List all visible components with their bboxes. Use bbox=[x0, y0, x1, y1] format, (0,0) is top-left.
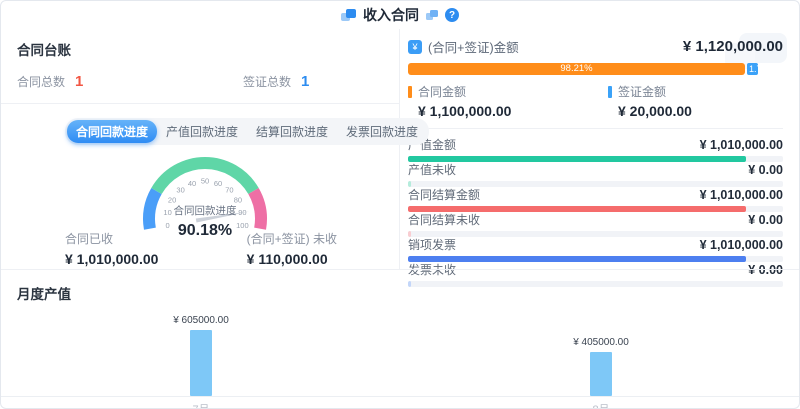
svg-text:80: 80 bbox=[234, 196, 242, 205]
contract-amount-marker-icon bbox=[408, 86, 412, 98]
svg-text:20: 20 bbox=[168, 196, 176, 205]
visa-amount-value: ¥ 20,000.00 bbox=[618, 103, 783, 119]
bar-slot-august: ¥ 405000.00 bbox=[401, 337, 800, 396]
svg-text:0: 0 bbox=[166, 221, 170, 230]
summary-bar-contract: 98.21% bbox=[408, 63, 745, 75]
stat-contract-received: 合同已收 ¥ 1,010,000.00 bbox=[65, 230, 158, 267]
svg-text:30: 30 bbox=[176, 185, 184, 194]
svg-text:60: 60 bbox=[214, 179, 222, 188]
x-tick-august: 8月 bbox=[401, 401, 800, 409]
decoration-icon bbox=[426, 10, 438, 20]
amounts-panel: ¥ (合同+签证)金额 ¥ 1,120,000.00 98.21% 1.79% … bbox=[399, 29, 800, 269]
tab-invoice-payback-progress[interactable]: 发票回款进度 bbox=[337, 120, 427, 143]
ledger-title: 合同台账 bbox=[17, 39, 383, 59]
tab-contract-payback-progress[interactable]: 合同回款进度 bbox=[67, 120, 157, 143]
bar-slot-july: ¥ 605000.00 bbox=[1, 315, 401, 396]
svg-text:100: 100 bbox=[236, 221, 249, 230]
stat-contract-count-value: 1 bbox=[75, 73, 83, 90]
svg-text:40: 40 bbox=[188, 179, 196, 188]
svg-text:70: 70 bbox=[225, 185, 233, 194]
gauge-stats: 合同已收 ¥ 1,010,000.00 (合同+签证) 未收 ¥ 110,000… bbox=[65, 230, 337, 267]
progress-tabs: 合同回款进度 产值回款进度 结算回款进度 发票回款进度 bbox=[65, 118, 429, 145]
amount-legend: 合同金额 ¥ 1,100,000.00 签证金额 ¥ 20,000.00 bbox=[408, 83, 783, 119]
contract-folder-icon bbox=[341, 9, 356, 22]
summary-bar-visa: 1.79% bbox=[747, 63, 758, 75]
contract-amount-value: ¥ 1,100,000.00 bbox=[418, 103, 608, 119]
metric-row-output-unreceived: 产值未收¥ 0.00 bbox=[408, 161, 783, 186]
amount-split-bar: 98.21% 1.79% bbox=[408, 63, 758, 75]
svg-text:10: 10 bbox=[163, 208, 171, 217]
monthly-x-axis: 7月 8月 bbox=[1, 401, 800, 409]
monthly-bar-chart: ¥ 605000.00 ¥ 405000.00 bbox=[1, 307, 800, 397]
tab-output-payback-progress[interactable]: 产值回款进度 bbox=[157, 120, 247, 143]
stat-contract-visa-unreceived: (合同+签证) 未收 ¥ 110,000.00 bbox=[247, 230, 337, 267]
stat-visa-count-label: 签证总数 bbox=[243, 73, 291, 90]
page-title: 收入合同 bbox=[363, 5, 419, 25]
metric-row-output-invoice: 销项发票¥ 1,010,000.00 bbox=[408, 236, 783, 261]
legend-contract-amount: 合同金额 bbox=[408, 83, 608, 100]
ledger-stats: 合同总数 1 签证总数 1 bbox=[17, 73, 383, 90]
contract-ledger-panel: 合同台账 合同总数 1 签证总数 1 bbox=[1, 29, 399, 104]
stat-contract-count: 合同总数 1 bbox=[17, 73, 243, 90]
total-amount-summary: ¥ (合同+签证)金额 ¥ 1,120,000.00 98.21% 1.79% … bbox=[408, 37, 783, 129]
income-contract-dashboard: 收入合同 ? 合同台账 合同总数 1 签证总数 1 ¥ (合同+签证)金额 bbox=[0, 0, 800, 409]
bar-august bbox=[590, 352, 612, 396]
metric-row-output-value: 产值金额¥ 1,010,000.00 bbox=[408, 136, 783, 161]
x-tick-july: 7月 bbox=[1, 401, 401, 409]
payback-progress-panel: 合同回款进度 产值回款进度 结算回款进度 发票回款进度 010203040506… bbox=[1, 104, 399, 269]
svg-text:90: 90 bbox=[238, 208, 246, 217]
svg-text:合同回款进度: 合同回款进度 bbox=[174, 204, 237, 217]
monthly-output-panel: 月度产值 ¥ 605000.00 ¥ 405000.00 7月 8月 bbox=[1, 269, 800, 409]
total-amount-value: ¥ 1,120,000.00 bbox=[683, 38, 783, 55]
metric-rows: 产值金额¥ 1,010,000.00 产值未收¥ 0.00 合同结算金额¥ 1,… bbox=[408, 136, 783, 286]
metric-row-settlement-amount: 合同结算金额¥ 1,010,000.00 bbox=[408, 186, 783, 211]
gauge-chart: 0102030405060708090100合同回款进度 bbox=[65, 147, 345, 233]
money-icon: ¥ bbox=[408, 40, 422, 54]
legend-visa-amount: 签证金额 bbox=[608, 83, 783, 100]
bar-july-value-label: ¥ 605000.00 bbox=[173, 315, 229, 326]
bar-august-value-label: ¥ 405000.00 bbox=[573, 337, 629, 348]
page-header: 收入合同 ? bbox=[1, 1, 799, 29]
help-icon[interactable]: ? bbox=[445, 8, 459, 22]
total-amount-label: (合同+签证)金额 bbox=[428, 37, 519, 56]
monthly-output-title: 月度产值 bbox=[17, 283, 800, 303]
tab-settlement-payback-progress[interactable]: 结算回款进度 bbox=[247, 120, 337, 143]
bar-july bbox=[190, 330, 212, 396]
metric-row-settlement-unreceived: 合同结算未收¥ 0.00 bbox=[408, 211, 783, 236]
stat-visa-count-value: 1 bbox=[301, 73, 309, 90]
stat-contract-count-label: 合同总数 bbox=[17, 73, 65, 90]
visa-amount-marker-icon bbox=[608, 86, 612, 98]
payback-gauge: 0102030405060708090100合同回款进度 90.18% bbox=[65, 147, 345, 240]
svg-text:50: 50 bbox=[201, 177, 209, 186]
stat-visa-count: 签证总数 1 bbox=[243, 73, 309, 90]
